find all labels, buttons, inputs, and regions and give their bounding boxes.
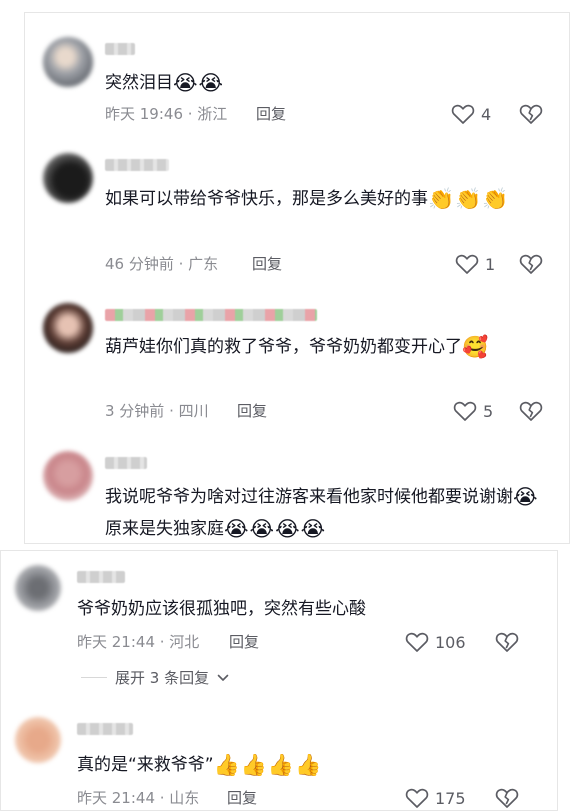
avatar[interactable] xyxy=(43,37,93,87)
dislike-button[interactable] xyxy=(495,787,519,809)
comment-text: 爷爷奶奶应该很孤独吧，突然有些心酸 xyxy=(77,599,366,619)
like-button[interactable]: 4 xyxy=(451,102,491,126)
crying-emoji: 😭😭 xyxy=(173,71,225,95)
thumbs-up-emoji: 👍👍👍👍 xyxy=(213,753,323,777)
avatar[interactable] xyxy=(15,717,61,763)
username-blurred[interactable] xyxy=(105,457,147,469)
chevron-down-icon xyxy=(217,674,229,681)
comment-text: 突然泪目😭😭 xyxy=(105,67,545,99)
comment-text-continued: 原来是失独家庭 xyxy=(105,519,224,539)
expand-replies-button[interactable]: 展开 3 条回复 xyxy=(81,667,229,688)
broken-heart-icon xyxy=(519,401,543,421)
username-blurred[interactable] xyxy=(105,159,169,171)
username-blurred[interactable] xyxy=(105,43,135,55)
comment-meta: 46 分钟前 · 广东 xyxy=(105,255,219,273)
like-button[interactable]: 1 xyxy=(455,252,495,276)
like-count: 1 xyxy=(485,254,496,274)
broken-heart-icon xyxy=(519,254,543,274)
heart-icon xyxy=(455,254,479,274)
comment-meta: 3 分钟前 · 四川 xyxy=(105,402,209,420)
comment-text-content: 突然泪目 xyxy=(105,73,173,93)
dislike-button[interactable] xyxy=(519,400,543,422)
avatar[interactable] xyxy=(43,303,93,353)
comment-meta: 昨天 19:46 · 浙江 xyxy=(105,105,228,123)
comment-text: 真的是“来救爷爷”👍👍👍👍 xyxy=(77,749,537,781)
comment-text: 我说呢爷爷为啥对过往游客来看他家时候他都要说谢谢😭 原来是失独家庭😭😭😭😭 xyxy=(105,481,551,543)
crying-emoji: 😭 xyxy=(513,485,539,509)
expand-replies-label: 展开 3 条回复 xyxy=(115,669,210,687)
reply-button[interactable]: 回复 xyxy=(237,400,267,422)
like-count: 106 xyxy=(435,632,466,652)
comment-text-content: 如果可以带给爷爷快乐，那是多么美好的事 xyxy=(105,189,428,209)
reply-button[interactable]: 回复 xyxy=(229,631,259,653)
like-button[interactable]: 5 xyxy=(453,399,493,423)
heart-icon xyxy=(405,788,429,808)
comment-text-content: 葫芦娃你们真的救了爷爷，爷爷奶奶都变开心了 xyxy=(105,337,462,357)
expand-divider xyxy=(81,677,107,678)
crying-emoji: 😭😭😭😭 xyxy=(224,517,327,541)
broken-heart-icon xyxy=(495,632,519,652)
comment-text-content: 真的是“来救爷爷” xyxy=(77,755,214,775)
dislike-button[interactable] xyxy=(495,631,519,653)
heart-icon xyxy=(451,104,475,124)
avatar[interactable] xyxy=(15,565,61,611)
broken-heart-icon xyxy=(519,104,543,124)
like-count: 175 xyxy=(435,788,466,808)
username-blurred[interactable] xyxy=(105,309,317,321)
username-blurred[interactable] xyxy=(77,571,125,583)
comment-panel-bottom: 爷爷奶奶应该很孤独吧，突然有些心酸 昨天 21:44 · 河北 回复 106 展… xyxy=(0,550,558,811)
clapping-emoji: 👏👏👏 xyxy=(428,187,510,211)
dislike-button[interactable] xyxy=(519,103,543,125)
like-count: 4 xyxy=(481,104,492,124)
reply-button[interactable]: 回复 xyxy=(252,253,282,275)
like-button[interactable]: 106 xyxy=(405,630,466,654)
heart-icon xyxy=(453,401,477,421)
smiling-hearts-emoji: 🥰 xyxy=(462,335,490,359)
like-count: 5 xyxy=(483,401,494,421)
comment-text: 葫芦娃你们真的救了爷爷，爷爷奶奶都变开心了🥰 xyxy=(105,331,551,363)
comment-panel-top: 突然泪目😭😭 昨天 19:46 · 浙江 回复 4 如果可以带给爷爷快乐，那是多… xyxy=(24,12,570,544)
comment-meta: 昨天 21:44 · 山东 xyxy=(77,789,200,807)
comment-text-content: 我说呢爷爷为啥对过往游客来看他家时候他都要说谢谢 xyxy=(105,487,513,507)
comment-meta: 昨天 21:44 · 河北 xyxy=(77,633,200,651)
heart-icon xyxy=(405,632,429,652)
like-button[interactable]: 175 xyxy=(405,786,466,810)
dislike-button[interactable] xyxy=(519,253,543,275)
avatar[interactable] xyxy=(43,153,93,203)
username-blurred[interactable] xyxy=(77,723,133,735)
avatar[interactable] xyxy=(43,451,93,501)
reply-button[interactable]: 回复 xyxy=(227,787,257,809)
reply-button[interactable]: 回复 xyxy=(256,103,286,125)
broken-heart-icon xyxy=(495,788,519,808)
comment-text: 如果可以带给爷爷快乐，那是多么美好的事👏👏👏 xyxy=(105,183,551,215)
